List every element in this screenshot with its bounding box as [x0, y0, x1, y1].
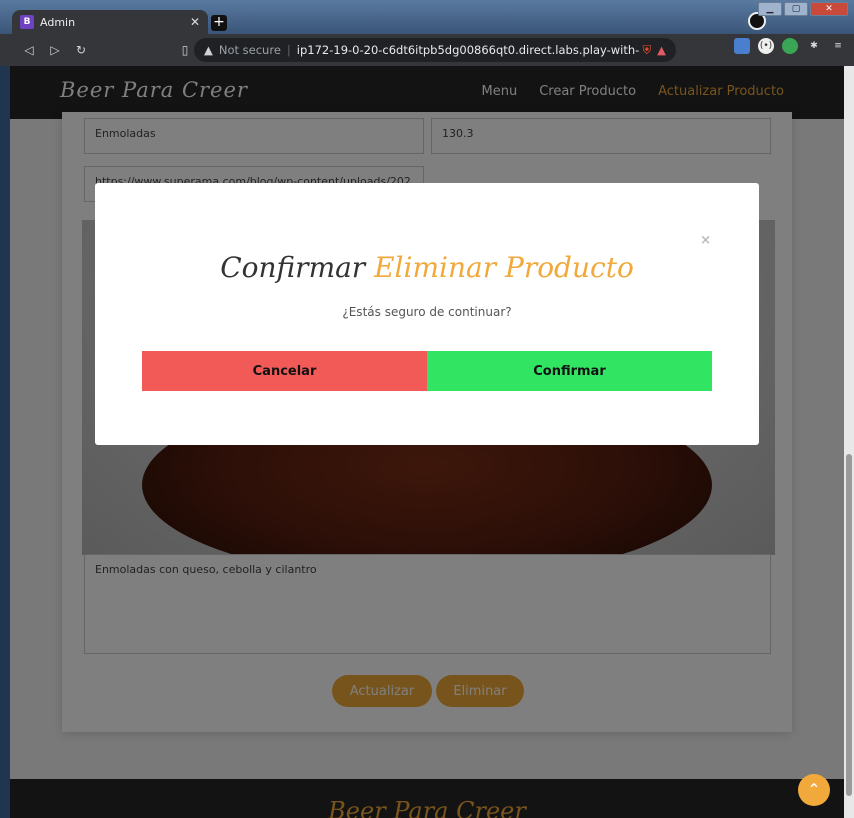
- tab-strip: B Admin ✕ + ▁ ▢ ✕: [0, 0, 854, 34]
- extension-icon[interactable]: (•): [758, 38, 774, 54]
- menu-icon[interactable]: ≡: [830, 38, 846, 54]
- cancel-button[interactable]: Cancelar: [142, 351, 427, 391]
- scroll-to-top-icon[interactable]: ⌃: [798, 774, 830, 806]
- browser-window: B Admin ✕ + ▁ ▢ ✕ ◁ ▷ ↻ ▯ ▲ Not secure |…: [0, 0, 854, 818]
- extensions-icon[interactable]: ✱: [806, 38, 822, 54]
- forward-icon[interactable]: ▷: [42, 43, 68, 57]
- extensions-bar: (•) ✱ ≡: [734, 38, 846, 54]
- page-scrollbar[interactable]: [844, 66, 854, 818]
- modal-subtitle: ¿Estás seguro de continuar?: [342, 305, 512, 319]
- modal-title-confirm: Confirmar: [220, 251, 366, 284]
- tab-title: Admin: [40, 15, 76, 29]
- maximize-button[interactable]: ▢: [784, 2, 808, 16]
- minimize-button[interactable]: ▁: [758, 2, 782, 16]
- modal-title: Confirmar Eliminar Producto: [95, 251, 759, 284]
- desktop-edge: [0, 66, 10, 818]
- favicon: B: [20, 15, 34, 29]
- globe-icon[interactable]: [782, 38, 798, 54]
- confirm-delete-modal: × Confirmar Eliminar Producto ¿Estás seg…: [95, 183, 759, 445]
- page-viewport: Beer Para Creer Menu Crear Producto Actu…: [10, 66, 844, 818]
- tab-close-icon[interactable]: ✕: [190, 15, 200, 29]
- address-bar[interactable]: ▲ Not secure | ip172-19-0-20-c6dt6itpb5d…: [194, 38, 676, 62]
- tab-admin[interactable]: B Admin ✕: [12, 10, 208, 34]
- brave-shield-icon[interactable]: ⛨: [643, 43, 652, 58]
- window-controls: ▁ ▢ ✕: [758, 2, 848, 16]
- translate-icon[interactable]: [734, 38, 750, 54]
- window-close-button[interactable]: ✕: [810, 2, 848, 16]
- browser-toolbar: ◁ ▷ ↻ ▯ ▲ Not secure | ip172-19-0-20-c6d…: [0, 34, 854, 66]
- reload-icon[interactable]: ↻: [68, 43, 94, 57]
- modal-title-delete-product: Eliminar Producto: [374, 251, 634, 284]
- close-icon[interactable]: ×: [700, 233, 711, 248]
- back-icon[interactable]: ◁: [16, 43, 42, 57]
- url-text: ip172-19-0-20-c6dt6itpb5dg00866qt0.direc…: [296, 43, 639, 57]
- new-tab-button[interactable]: +: [211, 15, 227, 31]
- not-secure-label: Not secure: [218, 43, 281, 57]
- brave-rewards-icon[interactable]: ▲: [657, 43, 666, 57]
- warning-icon: ▲: [204, 43, 213, 57]
- scrollbar-thumb[interactable]: [846, 454, 852, 796]
- confirm-button[interactable]: Confirmar: [427, 351, 712, 391]
